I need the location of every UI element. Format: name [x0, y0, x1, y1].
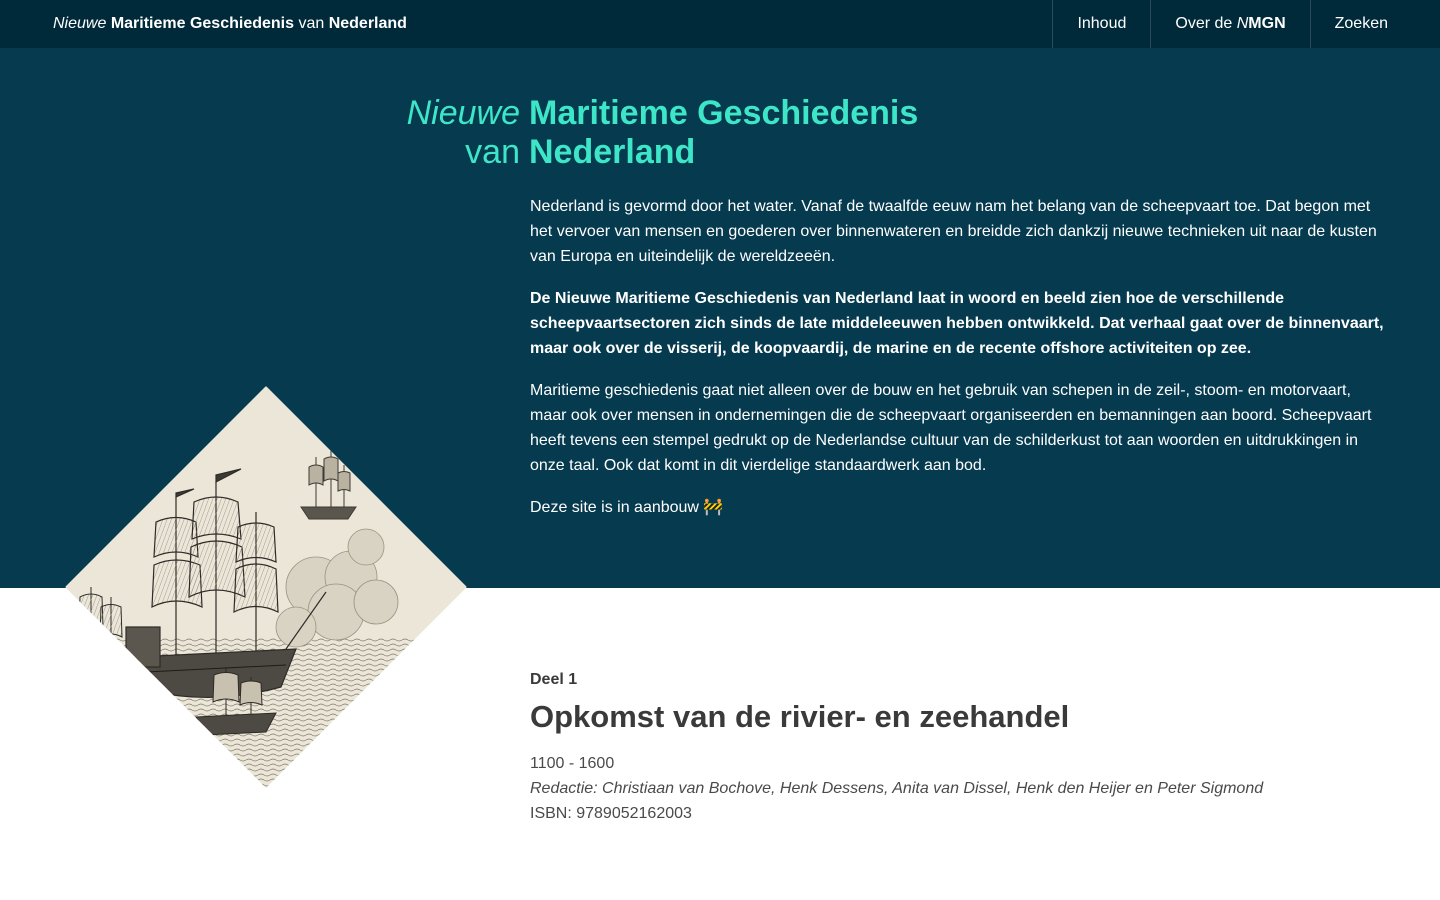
hero-title-nederland-text: Nederland: [529, 133, 696, 171]
hero-title-maritieme: Maritieme Geschiedenis: [529, 94, 918, 133]
site-brand-link[interactable]: Nieuwe Maritieme Geschiedenis van Nederl…: [53, 0, 407, 48]
intro-text: Nederland is gevormd door het water. Van…: [530, 194, 1390, 537]
brand-word-nederland: Nederland: [328, 15, 407, 32]
volume-period: 1100 - 1600: [530, 755, 615, 772]
brand-word-maritieme-geschiedenis: Maritieme Geschiedenis: [110, 15, 294, 32]
nav-item-zoeken-label: Zoeken: [1334, 15, 1388, 32]
nav-item-inhoud-label: Inhoud: [1077, 15, 1127, 32]
volume-entry: Deel 1 Opkomst van de rivier- en zeehand…: [530, 668, 1390, 826]
nav-item-zoeken[interactable]: Zoeken: [1309, 0, 1412, 48]
nav-item-inhoud[interactable]: Inhoud: [1052, 0, 1150, 48]
hero-title-nieuwe: Nieuwe: [407, 94, 520, 133]
diamond-frame: [65, 386, 467, 788]
intro-paragraph-3: Maritieme geschiedenis gaat niet alleen …: [530, 382, 1372, 474]
hero-title-van-text: van: [465, 133, 520, 171]
intro-paragraph-lead: De Nieuwe Maritieme Geschiedenis van Ned…: [530, 290, 1384, 357]
nav-item-over-prefix: Over de: [1175, 15, 1237, 32]
top-navbar: Nieuwe Maritieme Geschiedenis van Nederl…: [0, 0, 1440, 48]
construction-notice: Deze site is in aanbouw 🚧: [530, 499, 724, 516]
volume-kicker: Deel 1: [530, 671, 578, 688]
nav-item-over-bold: MGN: [1248, 15, 1286, 32]
hero-title-van: van: [465, 133, 520, 172]
volume-editors: Redactie: Christiaan van Bochove, Henk D…: [530, 780, 1264, 797]
hero-title-nederland: Nederland: [529, 133, 695, 172]
volume-title-link[interactable]: Opkomst van de rivier- en zeehandel: [530, 697, 1390, 737]
volume-isbn: ISBN: 9789052162003: [530, 805, 692, 822]
brand-word-nieuwe: Nieuwe: [53, 15, 107, 32]
hero-title-maritieme-text: Maritieme Geschiedenis: [529, 94, 919, 132]
main-nav: Inhoud Over de NMGN Zoeken: [1052, 0, 1412, 48]
hero-title-nieuwe-text: Nieuwe: [406, 94, 520, 132]
ship-engraving-illustration: [65, 387, 466, 787]
brand-word-van: van: [298, 15, 325, 32]
nav-item-over-italic: N: [1236, 15, 1249, 32]
nav-item-over-de-nmgn[interactable]: Over de NMGN: [1150, 0, 1309, 48]
volume-meta: 1100 - 1600 Redactie: Christiaan van Boc…: [530, 751, 1390, 826]
volume-cover-image[interactable]: [65, 386, 467, 788]
intro-paragraph-1: Nederland is gevormd door het water. Van…: [530, 198, 1377, 265]
